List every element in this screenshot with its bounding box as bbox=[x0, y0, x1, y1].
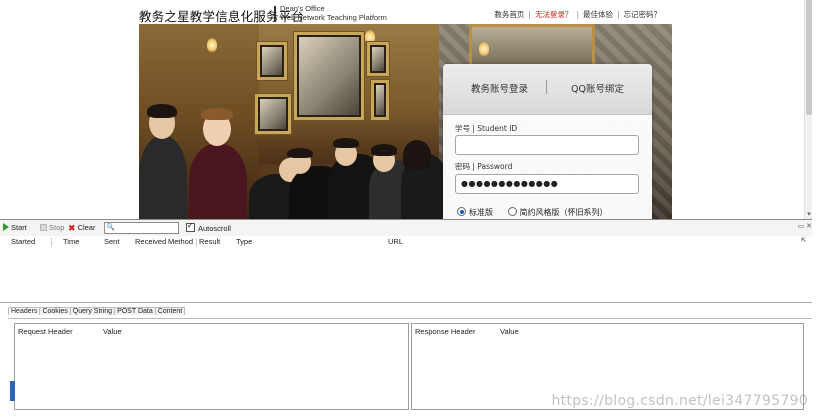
radio-simple-icon bbox=[507, 207, 517, 216]
nav-best-experience[interactable]: 最佳体验 bbox=[583, 10, 613, 19]
tab-qq-binding[interactable]: QQ账号绑定 bbox=[571, 81, 624, 95]
radio-simple[interactable]: 简约风格版（怀旧系列） bbox=[507, 207, 608, 217]
start-button[interactable]: Start bbox=[3, 223, 27, 232]
col-sent[interactable]: Sent bbox=[104, 237, 119, 246]
login-panel: 教务账号登录 QQ账号绑定 学号 | Student ID 密码 | Passw… bbox=[443, 64, 652, 219]
student-id-label: 学号 | Student ID bbox=[455, 124, 518, 133]
mode-radio-group: 标准版 简约风格版（怀旧系列） bbox=[457, 207, 608, 218]
response-value-col: Value bbox=[500, 327, 519, 336]
col-time[interactable]: Time bbox=[63, 237, 79, 246]
title-en-line2: Web Network Teaching Platform bbox=[280, 13, 387, 22]
stop-icon bbox=[40, 224, 47, 231]
site-header: 教务之星教学信息化服务平台 Dean's Office Web Network … bbox=[139, 3, 669, 24]
tab-post-data[interactable]: POST Data bbox=[114, 307, 156, 315]
filter-search-box[interactable]: 🔍 bbox=[104, 222, 179, 234]
tab-cookies[interactable]: Cookies bbox=[39, 307, 71, 315]
checkbox-icon bbox=[186, 221, 195, 232]
login-tabs: 教务账号登录 QQ账号绑定 bbox=[443, 64, 652, 115]
request-value-col: Value bbox=[103, 327, 122, 336]
autoscroll-checkbox[interactable]: Autoscroll bbox=[186, 221, 231, 233]
response-header-col: Response Header bbox=[415, 327, 476, 336]
clear-icon: ✖ bbox=[68, 223, 76, 233]
watermark: https://blog.csdn.net/lei347795790 bbox=[551, 393, 808, 409]
title-divider bbox=[274, 6, 276, 22]
nav-cannot-login[interactable]: 无法登录？ bbox=[535, 10, 573, 19]
tab-headers[interactable]: Headers bbox=[8, 307, 41, 315]
play-icon bbox=[3, 223, 9, 231]
page-scrollbar-thumb[interactable] bbox=[806, 0, 812, 115]
col-result[interactable]: Result bbox=[199, 237, 220, 246]
nav-forgot-password[interactable]: 忘记密码？ bbox=[624, 10, 662, 19]
radio-standard-icon bbox=[457, 207, 466, 216]
col-method[interactable]: Method bbox=[168, 237, 193, 246]
column-chooser-icon[interactable]: ⇱ bbox=[801, 237, 806, 244]
group-of-people bbox=[139, 104, 449, 219]
tab-edu-account-login[interactable]: 教务账号登录 bbox=[471, 81, 528, 95]
title-en-line1: Dean's Office bbox=[280, 4, 325, 13]
col-url[interactable]: URL bbox=[388, 237, 403, 246]
nav-edu-home[interactable]: 教务首页 bbox=[494, 10, 524, 19]
network-monitor: Start Stop ✖Clear 🔍 Autoscroll ▭ ✕ Start… bbox=[0, 219, 822, 419]
top-nav: 教务首页 | 无法登录？ | 最佳体验 | 忘记密码？ bbox=[494, 10, 662, 19]
col-started[interactable]: Started bbox=[11, 237, 35, 246]
page-scrollbar[interactable]: ▾ bbox=[804, 0, 812, 219]
side-scroll-marker bbox=[10, 381, 15, 401]
tab-query-string[interactable]: Query String bbox=[69, 307, 116, 315]
password-label: 密码 | Password bbox=[455, 162, 513, 171]
col-type[interactable]: Type bbox=[236, 237, 252, 246]
col-received[interactable]: Received bbox=[135, 237, 166, 246]
requests-list[interactable] bbox=[0, 249, 812, 302]
monitor-toolbar: Start Stop ✖Clear 🔍 Autoscroll ▭ ✕ bbox=[0, 219, 812, 237]
password-input[interactable]: ●●●●●●●●●●●●● bbox=[455, 174, 639, 194]
panel-splitter[interactable] bbox=[0, 302, 812, 303]
student-id-input[interactable] bbox=[455, 135, 639, 155]
request-headers-pane[interactable]: Request Header Value bbox=[14, 323, 409, 410]
banner-photo: 教务账号登录 QQ账号绑定 学号 | Student ID 密码 | Passw… bbox=[139, 24, 672, 219]
requests-column-header: Started Time Sent Received Method Result… bbox=[0, 236, 812, 248]
tab-content[interactable]: Content bbox=[154, 307, 186, 315]
radio-standard[interactable]: 标准版 bbox=[457, 207, 493, 217]
detail-tabs: Headers Cookies Query String POST Data Conte… bbox=[8, 307, 186, 317]
panel-window-icons[interactable]: ▭ ✕ bbox=[798, 222, 812, 230]
clear-button[interactable]: ✖ Clear bbox=[68, 223, 95, 233]
site-title-en: Dean's Office Web Network Teaching Platf… bbox=[280, 4, 387, 22]
search-icon: 🔍 bbox=[106, 224, 115, 231]
scroll-down-arrow-icon[interactable]: ▾ bbox=[805, 211, 812, 219]
request-header-col: Request Header bbox=[18, 327, 73, 336]
stop-button[interactable]: Stop bbox=[40, 223, 64, 232]
web-page: 教务之星教学信息化服务平台 Dean's Office Web Network … bbox=[0, 0, 812, 219]
